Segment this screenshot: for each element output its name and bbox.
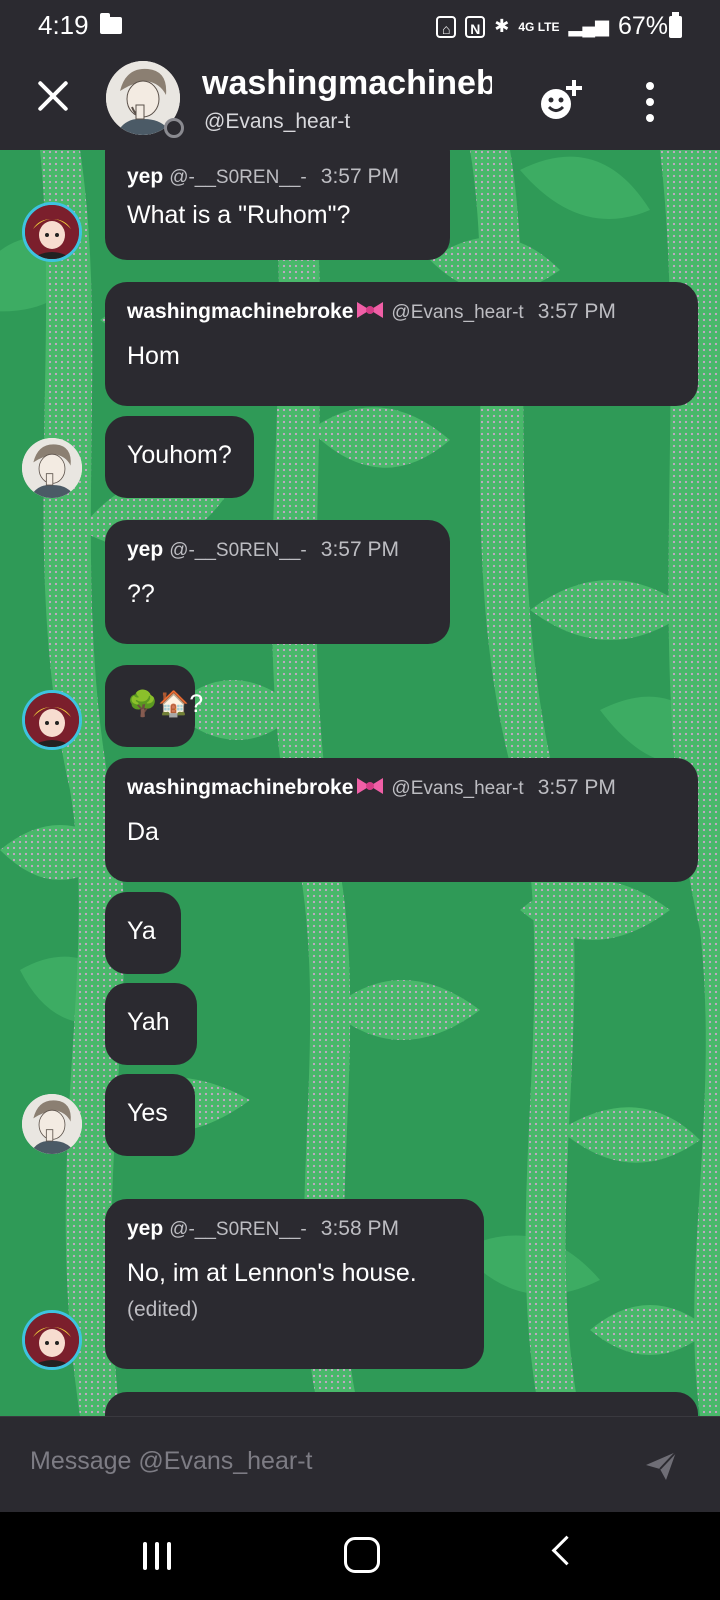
recent-apps-icon[interactable] (143, 1542, 173, 1570)
status-bar: 4:19 ⌂ N ✱ 4G LTE ▂▄▆ 67% (0, 0, 720, 52)
message-bubble[interactable]: washingmachinebroke @Evans_hear-t 3:57 PM … (105, 758, 698, 882)
avatar-evans[interactable] (22, 1094, 82, 1154)
avatar-evans[interactable] (22, 438, 82, 498)
message-input[interactable]: Message @Evans_hear-t (30, 1447, 312, 1476)
signal-icon: ▂▄▆ (568, 16, 609, 36)
message-time: 3:58 PM (320, 1217, 399, 1240)
message-bubble-partial[interactable] (105, 1392, 698, 1416)
message-text: Youhom? (127, 441, 232, 469)
lock-icon: ⌂ (436, 15, 457, 38)
add-reaction-icon[interactable] (540, 78, 584, 122)
battery-percent: 67% (617, 12, 668, 40)
message-text: Yah (127, 1008, 170, 1036)
message-handle: @Evans_hear-t (391, 778, 524, 799)
avatar-yep[interactable] (22, 202, 82, 262)
message-bubble[interactable]: Yah (105, 983, 197, 1065)
message-text: ?? (127, 580, 155, 608)
bow-icon (357, 778, 384, 794)
status-indicator (164, 118, 184, 138)
message-time: 3:57 PM (537, 300, 616, 323)
message-bubble[interactable]: Youhom? (105, 416, 254, 498)
message-author[interactable]: yep (127, 1217, 163, 1240)
message-bubble[interactable]: washingmachinebroke @Evans_hear-t 3:57 PM … (105, 282, 698, 406)
edited-label: (edited) (127, 1298, 199, 1321)
message-handle: @-__S0REN__- (169, 1219, 307, 1240)
message-bubble[interactable]: Yes (105, 1074, 195, 1156)
close-icon[interactable] (36, 79, 70, 113)
message-handle: @-__S0REN__- (169, 540, 307, 561)
message-text: Da (127, 818, 159, 846)
message-text: Ya (127, 917, 156, 945)
message-text: 🌳🏠? (127, 690, 204, 718)
message-author[interactable]: washingmachinebroke (127, 300, 353, 323)
message-composer[interactable]: Message @Evans_hear-t (0, 1416, 720, 1513)
battery-icon (669, 12, 682, 38)
message-handle: @Evans_hear-t (391, 302, 524, 323)
avatar-yep[interactable] (22, 690, 82, 750)
bow-icon (357, 302, 384, 318)
bluetooth-icon: ✱ (494, 16, 510, 36)
folder-icon (100, 13, 122, 34)
message-text: Yes (127, 1099, 168, 1127)
chat-area[interactable]: yep @-__S0REN__- 3:57 PM What is a "Ruhom"… (0, 150, 720, 1416)
page-title: washingmachinebroke (202, 64, 492, 102)
message-bubble[interactable]: yep @-__S0REN__- 3:57 PM ?? (105, 520, 450, 644)
message-text: No, im at Lennon's house. (127, 1259, 417, 1287)
message-bubble[interactable]: Ya (105, 892, 181, 974)
send-icon[interactable] (644, 1449, 678, 1483)
nfc-icon: N (465, 15, 486, 38)
message-bubble[interactable]: yep @-__S0REN__- 3:58 PM No, im at Lennon'… (105, 1199, 484, 1369)
message-author[interactable]: yep (127, 165, 163, 188)
message-handle: @-__S0REN__- (169, 167, 307, 188)
back-icon[interactable] (551, 1535, 582, 1566)
message-author[interactable]: yep (127, 538, 163, 561)
avatar-yep[interactable] (22, 1310, 82, 1370)
message-text: What is a "Ruhom"? (127, 201, 351, 229)
status-time: 4:19 (38, 10, 89, 40)
message-bubble[interactable]: 🌳🏠? (105, 665, 204, 747)
message-time: 3:57 PM (320, 538, 399, 561)
message-author[interactable]: washingmachinebroke (127, 776, 353, 799)
message-time: 3:57 PM (537, 776, 616, 799)
header-handle: @Evans_hear-t (204, 110, 351, 133)
status-icons: ⌂ N ✱ 4G LTE ▂▄▆ 67% (436, 12, 668, 41)
more-options-icon[interactable] (646, 82, 654, 122)
system-nav-bar (0, 1512, 720, 1600)
network-type-icon: 4G LTE (518, 19, 560, 34)
message-bubble[interactable]: yep @-__S0REN__- 3:57 PM What is a "Ruhom"… (105, 150, 450, 260)
message-text: Hom (127, 342, 180, 370)
dm-header: washingmachinebroke @Evans_hear-t (0, 52, 720, 150)
home-icon[interactable] (344, 1537, 380, 1573)
message-time: 3:57 PM (320, 165, 399, 188)
